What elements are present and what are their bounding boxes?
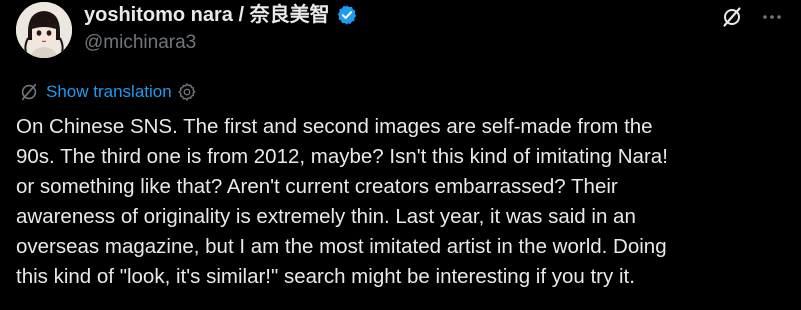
verified-badge-icon[interactable] (336, 4, 358, 26)
show-translation-link[interactable]: Show translation (46, 81, 172, 103)
gear-icon[interactable] (176, 81, 198, 103)
author-name-text[interactable]: yoshitomo nara / 奈良美智 (84, 2, 330, 28)
author-display-name[interactable]: yoshitomo nara / 奈良美智 (84, 2, 358, 28)
avatar[interactable] (16, 2, 72, 58)
more-icon[interactable] (759, 4, 785, 30)
header-actions (719, 4, 785, 30)
tweet-post: yoshitomo nara / 奈良美智 @michinara3 Show t… (0, 0, 801, 310)
translation-row: Show translation (18, 80, 198, 104)
author-handle[interactable]: @michinara3 (84, 31, 196, 55)
avatar-illustration (16, 2, 72, 58)
translate-globe-icon (18, 81, 40, 103)
grok-slash-icon[interactable] (719, 4, 745, 30)
tweet-text: On Chinese SNS. The first and second ima… (16, 115, 668, 288)
